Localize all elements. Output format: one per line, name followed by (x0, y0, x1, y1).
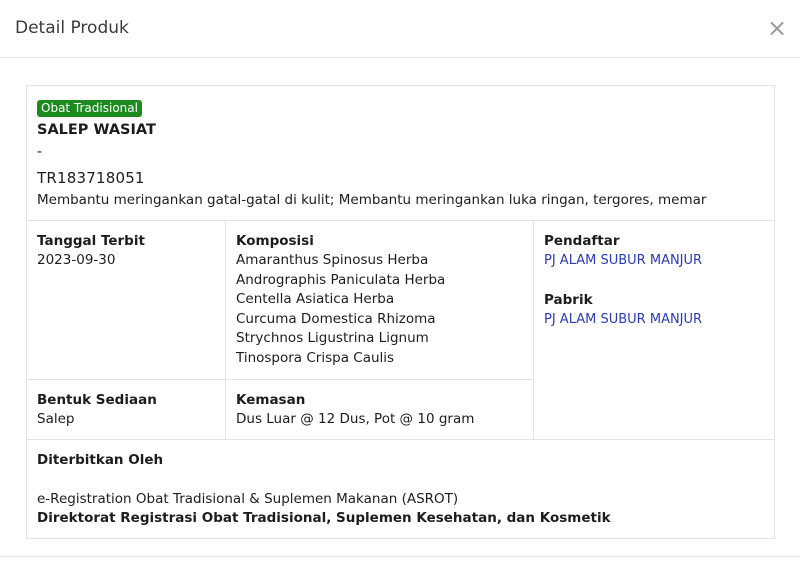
pabrik-link[interactable]: PJ ALAM SUBUR MANJUR (544, 311, 764, 329)
modal-footer-divider (0, 556, 800, 557)
tanggal-terbit-label: Tanggal Terbit (37, 233, 145, 249)
komposisi-item: Amaranthus Spinosus Herba (236, 252, 429, 268)
details-row: Tanggal Terbit 2023-09-30 Komposisi Amar… (27, 221, 533, 380)
bentuk-sediaan-value: Salep (37, 411, 75, 427)
kemasan-cell: Kemasan Dus Luar @ 12 Dus, Pot @ 10 gram (226, 380, 533, 439)
kemasan-value: Dus Luar @ 12 Dus, Pot @ 10 gram (236, 411, 475, 427)
product-description: Membantu meringankan gatal-gatal di kuli… (37, 192, 707, 208)
komposisi-label: Komposisi (236, 233, 314, 249)
category-badge: Obat Tradisional (37, 100, 142, 117)
product-name: SALEP WASIAT (37, 122, 156, 138)
product-summary: Obat Tradisional SALEP WASIAT - TR183718… (27, 86, 774, 221)
pabrik-label: Pabrik (544, 292, 593, 308)
tanggal-terbit-value: 2023-09-30 (37, 252, 116, 268)
publisher-label: Diterbitkan Oleh (37, 452, 164, 468)
komposisi-item: Andrographis Paniculata Herba (236, 271, 446, 288)
close-icon[interactable]: × (767, 16, 787, 40)
tanggal-terbit-cell: Tanggal Terbit 2023-09-30 (27, 221, 226, 379)
komposisi-cell: Komposisi Amaranthus Spinosus Herba Andr… (226, 221, 533, 379)
kemasan-label: Kemasan (236, 392, 306, 408)
komposisi-item: Strychnos Ligustrina Lignum (236, 330, 429, 346)
publisher-organization: Direktorat Registrasi Obat Tradisional, … (37, 510, 611, 526)
product-card: Obat Tradisional SALEP WASIAT - TR183718… (26, 85, 775, 539)
komposisi-item: Tinospora Crispa Caulis (236, 349, 395, 366)
publisher-system: e-Registration Obat Tradisional & Suplem… (37, 491, 459, 507)
product-dash: - (37, 144, 43, 160)
details-grid: Tanggal Terbit 2023-09-30 Komposisi Amar… (27, 221, 774, 440)
pendaftar-label: Pendaftar (544, 233, 620, 249)
modal-header: Detail Produk × (0, 0, 800, 58)
registration-number: TR183718051 (37, 169, 145, 187)
komposisi-item: Curcuma Domestica Rhizoma (236, 310, 436, 327)
bentuk-sediaan-label: Bentuk Sediaan (37, 392, 157, 408)
publisher-section: Diterbitkan Oleh e-Registration Obat Tra… (27, 440, 774, 538)
modal-title: Detail Produk (15, 17, 129, 38)
product-detail-modal: Detail Produk × Obat Tradisional SALEP W… (0, 0, 800, 561)
bentuk-sediaan-cell: Bentuk Sediaan Salep (27, 380, 226, 439)
details-right: Pendaftar PJ ALAM SUBUR MANJUR Pabrik PJ… (534, 221, 774, 439)
details-row: Bentuk Sediaan Salep Kemasan Dus Luar @ … (27, 380, 533, 439)
komposisi-item: Centella Asiatica Herba (236, 291, 395, 307)
details-left: Tanggal Terbit 2023-09-30 Komposisi Amar… (27, 221, 534, 439)
pendaftar-link[interactable]: PJ ALAM SUBUR MANJUR (544, 252, 764, 270)
